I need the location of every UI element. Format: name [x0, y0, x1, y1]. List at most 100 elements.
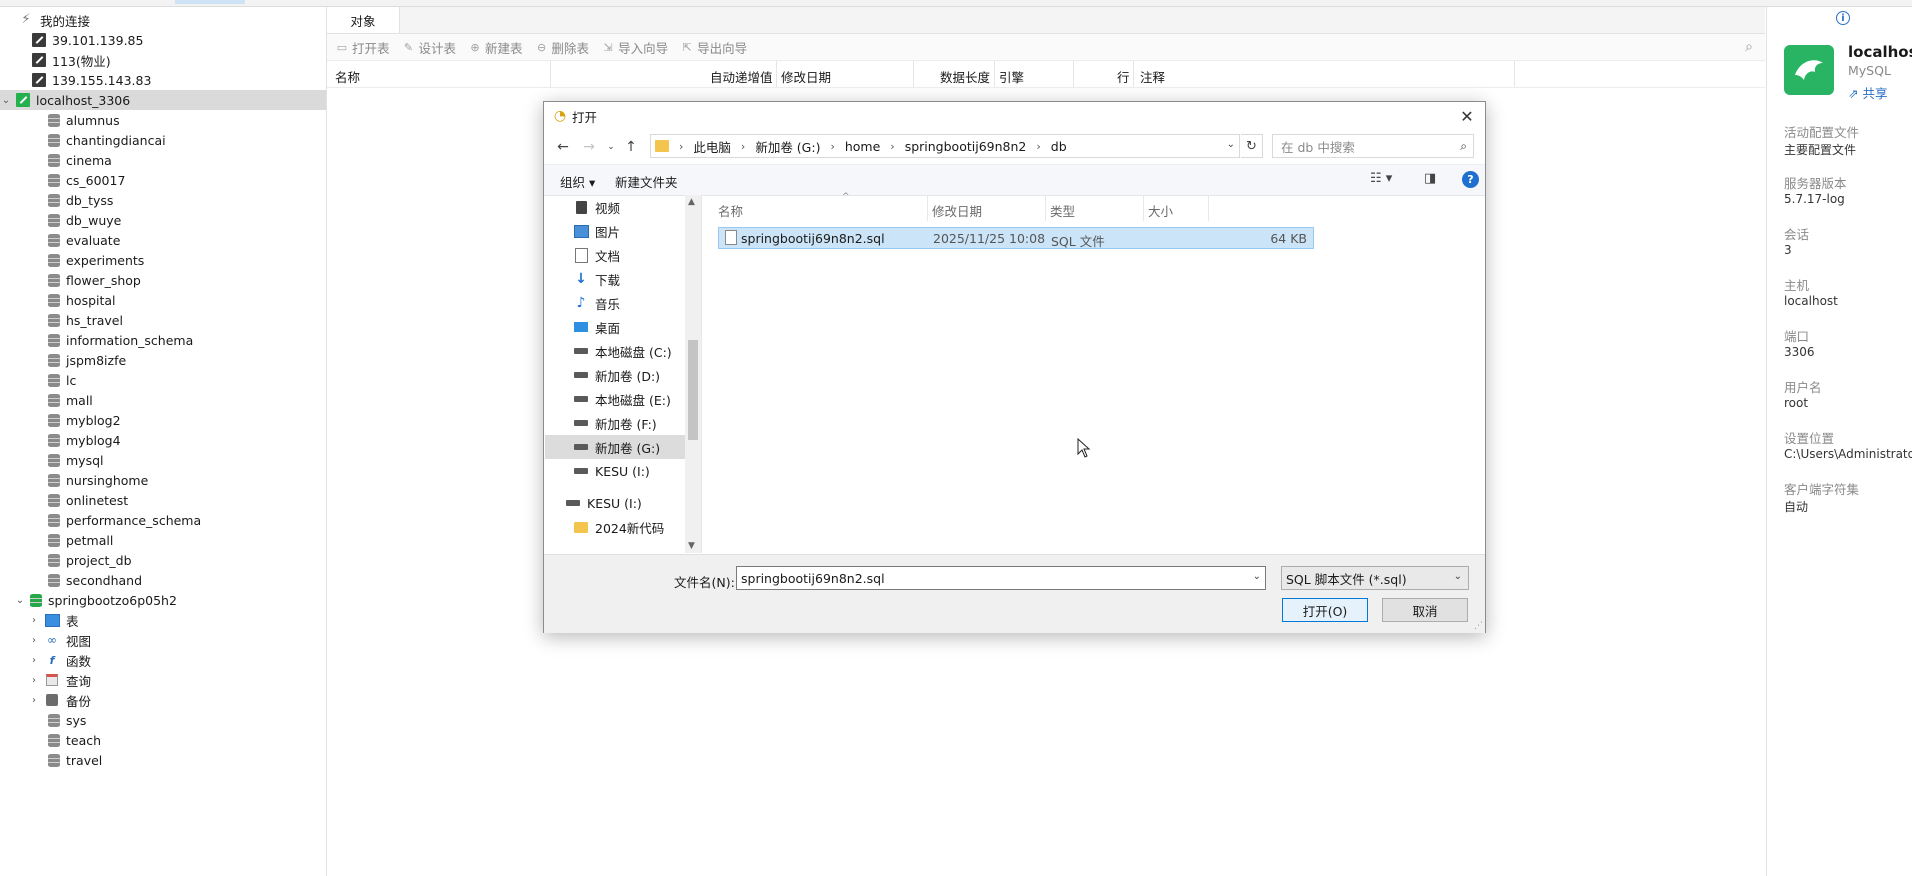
- chevron-down-icon[interactable]: ⌄: [0, 94, 12, 106]
- nav-database[interactable]: mall: [0, 390, 326, 410]
- col-engine[interactable]: 引擎: [999, 67, 1024, 86]
- close-icon[interactable]: ✕: [1457, 106, 1477, 126]
- nav-database[interactable]: onlinetest: [0, 490, 326, 510]
- delete-table-button[interactable]: ⊖ 删除表: [535, 38, 589, 57]
- nav-database[interactable]: lc: [0, 370, 326, 390]
- nav-database[interactable]: experiments: [0, 250, 326, 270]
- nav-database[interactable]: travel: [0, 750, 326, 770]
- nav-database[interactable]: ⌄ springbootzo6p05h2: [0, 590, 326, 610]
- nav-pane-item[interactable]: 新加卷 (D:): [545, 363, 700, 387]
- navigation-scrollbar[interactable]: ▲ ▼: [685, 195, 701, 553]
- nav-database[interactable]: alumnus: [0, 110, 326, 130]
- nav-pane-item[interactable]: 本地磁盘 (C:): [545, 339, 700, 363]
- open-table-button[interactable]: ▭ 打开表: [335, 38, 390, 57]
- preview-pane-icon[interactable]: ◨: [1424, 171, 1436, 186]
- tab-objects[interactable]: 对象: [327, 7, 400, 33]
- nav-pane-item[interactable]: 文档: [545, 243, 700, 267]
- nav-database[interactable]: chantingdiancai: [0, 130, 326, 150]
- view-options-icon[interactable]: ☷ ▾: [1370, 171, 1392, 186]
- resize-grip-icon[interactable]: ⋰: [1474, 621, 1483, 631]
- new-folder-button[interactable]: 新建文件夹: [615, 172, 678, 191]
- col-data-length[interactable]: 数据长度: [940, 67, 990, 86]
- nav-pane-item[interactable]: ↓ 下载: [545, 267, 700, 291]
- filename-input[interactable]: springbootij69n8n2.sql ⌄: [736, 566, 1266, 590]
- filetype-select[interactable]: SQL 脚本文件 (*.sql) ⌄: [1281, 566, 1469, 590]
- nav-pane-item[interactable]: 桌面: [545, 315, 700, 339]
- file-col-size[interactable]: 大小: [1148, 201, 1173, 220]
- chevron-right-icon[interactable]: ›: [28, 654, 40, 666]
- chevron-right-icon[interactable]: ›: [28, 694, 40, 706]
- col-comment[interactable]: 注释: [1140, 67, 1165, 86]
- nav-pane-item[interactable]: ♪ 音乐: [545, 291, 700, 315]
- chevron-down-icon[interactable]: ⌄: [14, 594, 26, 606]
- nav-connection[interactable]: 39.101.139.85: [0, 30, 326, 50]
- nav-database[interactable]: db_tyss: [0, 190, 326, 210]
- col-modified-date[interactable]: 修改日期: [781, 67, 831, 86]
- nav-database[interactable]: jspm8izfe: [0, 350, 326, 370]
- my-connections-root[interactable]: ⚡ 我的连接: [0, 10, 326, 30]
- col-name[interactable]: 名称: [335, 67, 360, 86]
- nav-pane-item[interactable]: KESU (I:): [545, 459, 700, 483]
- nav-subfolder[interactable]: › ∞ 视图: [0, 630, 326, 650]
- nav-pane-item[interactable]: 新加卷 (F:): [545, 411, 700, 435]
- nav-pane-item[interactable]: 新加卷 (G:): [545, 435, 700, 459]
- scrollbar-thumb[interactable]: [688, 340, 698, 440]
- chevron-right-icon[interactable]: ›: [28, 614, 40, 626]
- nav-database[interactable]: hospital: [0, 290, 326, 310]
- nav-database[interactable]: secondhand: [0, 570, 326, 590]
- share-link[interactable]: ⇗ 共享: [1848, 83, 1887, 102]
- nav-connection[interactable]: 139.155.143.83: [0, 70, 326, 90]
- up-arrow-icon[interactable]: ↑: [622, 137, 640, 157]
- file-col-date[interactable]: 修改日期: [932, 201, 982, 220]
- open-button[interactable]: 打开(O): [1282, 598, 1368, 622]
- file-row-selected[interactable]: springbootij69n8n2.sql 2025/11/25 10:08 …: [718, 227, 1314, 249]
- dialog-title-bar[interactable]: ◔ 打开 ✕: [544, 102, 1485, 130]
- file-col-type[interactable]: 类型: [1050, 201, 1075, 220]
- nav-pane-item[interactable]: 图片: [545, 219, 700, 243]
- design-table-button[interactable]: ✎ 设计表: [402, 38, 456, 57]
- nav-database[interactable]: mysql: [0, 450, 326, 470]
- info-icon[interactable]: i: [1836, 11, 1850, 25]
- scroll-down-icon[interactable]: ▼: [688, 541, 695, 551]
- forward-arrow-icon[interactable]: →: [580, 137, 598, 157]
- organize-menu[interactable]: 组织 ▾: [560, 172, 595, 191]
- nav-subfolder[interactable]: › f 函数: [0, 650, 326, 670]
- nav-database[interactable]: information_schema: [0, 330, 326, 350]
- nav-subfolder[interactable]: › 查询: [0, 670, 326, 690]
- nav-database[interactable]: evaluate: [0, 230, 326, 250]
- export-wizard-button[interactable]: ⇱ 导出向导: [680, 38, 747, 57]
- nav-database[interactable]: hs_travel: [0, 310, 326, 330]
- breadcrumb-home[interactable]: home: [845, 139, 880, 154]
- new-table-button[interactable]: ⊕ 新建表: [468, 38, 522, 57]
- chevron-down-icon[interactable]: ⌄: [1227, 139, 1235, 150]
- nav-subfolder[interactable]: › 表: [0, 610, 326, 630]
- nav-connection[interactable]: ⌄ localhost_3306: [0, 90, 326, 110]
- breadcrumb-project[interactable]: springbootij69n8n2: [905, 139, 1027, 154]
- chevron-down-icon[interactable]: ⌄: [1253, 571, 1261, 582]
- nav-database[interactable]: teach: [0, 730, 326, 750]
- nav-database[interactable]: petmall: [0, 530, 326, 550]
- refresh-icon[interactable]: ↻: [1241, 134, 1263, 158]
- nav-database[interactable]: myblog4: [0, 430, 326, 450]
- nav-database[interactable]: cinema: [0, 150, 326, 170]
- nav-database[interactable]: db_wuye: [0, 210, 326, 230]
- search-icon[interactable]: ⌕: [1745, 39, 1753, 55]
- nav-database[interactable]: project_db: [0, 550, 326, 570]
- col-auto-increment[interactable]: 自动递增值: [710, 67, 773, 86]
- recent-locations-chevron-icon[interactable]: ⌄: [602, 137, 620, 157]
- nav-database[interactable]: sys: [0, 710, 326, 730]
- cancel-button[interactable]: 取消: [1382, 598, 1468, 622]
- nav-database[interactable]: myblog2: [0, 410, 326, 430]
- nav-database[interactable]: nursinghome: [0, 470, 326, 490]
- nav-pane-item[interactable]: 2024新代码: [545, 515, 700, 539]
- nav-subfolder[interactable]: › 备份: [0, 690, 326, 710]
- chevron-right-icon[interactable]: ›: [28, 674, 40, 686]
- chevron-right-icon[interactable]: ›: [28, 634, 40, 646]
- nav-connection[interactable]: 113(物业): [0, 50, 326, 70]
- nav-pane-item[interactable]: KESU (I:): [545, 491, 700, 515]
- import-wizard-button[interactable]: ⇲ 导入向导: [601, 38, 668, 57]
- back-arrow-icon[interactable]: ←: [554, 137, 572, 157]
- nav-pane-item[interactable]: 视频: [545, 195, 700, 219]
- help-icon[interactable]: ?: [1462, 171, 1479, 188]
- breadcrumb-drive-g[interactable]: 新加卷 (G:): [755, 137, 820, 156]
